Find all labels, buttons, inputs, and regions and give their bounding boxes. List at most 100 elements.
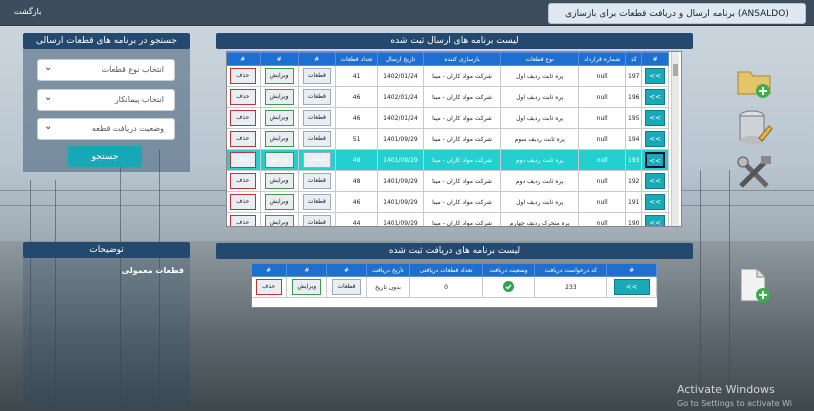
row-received-count: 0 — [409, 276, 483, 298]
edit-button[interactable]: ویرایش — [264, 215, 294, 226]
column-header: کد — [625, 52, 643, 66]
edit-button[interactable]: ویرایش — [264, 131, 294, 147]
column-header: # — [286, 263, 328, 277]
delete-button[interactable]: حذف — [229, 110, 256, 126]
database-edit-icon[interactable] — [735, 108, 773, 146]
column-header: تعداد قطعات — [334, 52, 379, 66]
table-row[interactable]: >> 192 null پره ثابت ردیف دوم شرکت مواد کارا… — [227, 170, 669, 192]
row-contract: null — [578, 65, 627, 87]
row-part-type: پره ثابت ردیف سوم — [500, 128, 580, 150]
row-go-cell: >> — [641, 149, 669, 171]
parts-button[interactable]: قطعات — [302, 194, 331, 210]
row-edit-cell: ویرایش — [259, 107, 299, 129]
row-vendor: شرکت مواد کاران - مینا — [422, 128, 502, 150]
row-delete-cell: حذف — [227, 212, 261, 226]
add-folder-icon[interactable] — [735, 62, 773, 100]
parts-button[interactable]: قطعات — [302, 173, 331, 189]
open-row-button[interactable]: >> — [645, 215, 666, 226]
row-part-type: پره ثابت ردیف اول — [500, 107, 580, 129]
row-status — [481, 276, 536, 298]
row-delete-cell: حذف — [227, 149, 261, 171]
column-header: تعداد قطعات دریافتی — [409, 263, 483, 277]
edit-button[interactable]: ویرایش — [264, 173, 294, 189]
table-row[interactable]: >> 197 null پره ثابت ردیف اول شرکت مواد کارا… — [227, 65, 669, 87]
row-edit-cell: ویرایش — [286, 276, 328, 298]
row-vendor: شرکت مواد کاران - مینا — [422, 86, 502, 108]
table-row[interactable]: >> 194 null پره ثابت ردیف سوم شرکت مواد کارا… — [227, 128, 669, 150]
table-row[interactable]: >> 191 null پره ثابت ردیف اول شرکت مواد کارا… — [227, 191, 669, 213]
row-go-cell: >> — [641, 86, 669, 108]
parts-button[interactable]: قطعات — [302, 68, 331, 84]
row-edit-cell: ویرایش — [259, 86, 299, 108]
table-row[interactable]: >> 195 null پره ثابت ردیف اول شرکت مواد کارا… — [227, 107, 669, 129]
app-title: برنامه ارسال و دریافت قطعات برای بازسازی… — [548, 3, 806, 24]
search-button[interactable]: جستجو — [68, 146, 142, 167]
edit-button[interactable]: ویرایش — [292, 279, 322, 295]
power-tower — [700, 170, 730, 410]
row-code: 194 — [625, 128, 643, 150]
sent-table: # کد شماره قرارداد نوع قطعات بازسازی کننده تا… — [227, 52, 669, 226]
parts-button[interactable]: قطعات — [302, 110, 331, 126]
add-document-icon[interactable] — [735, 266, 773, 304]
sent-table-scrollbar[interactable] — [671, 52, 679, 226]
table-row[interactable]: >> 190 null پره متحرک ردیف چهارم شرکت مواد ک… — [227, 212, 669, 226]
back-link[interactable]: بازگشت — [14, 7, 41, 16]
parts-button[interactable]: قطعات — [302, 89, 331, 105]
delete-button[interactable]: حذف — [229, 215, 256, 226]
delete-button[interactable]: حذف — [229, 152, 256, 168]
open-row-button[interactable]: >> — [613, 279, 650, 295]
open-row-button[interactable]: >> — [645, 110, 666, 126]
row-part-type: پره ثابت ردیف اول — [500, 191, 580, 213]
tools-icon[interactable] — [735, 154, 773, 192]
delete-button[interactable]: حذف — [229, 89, 256, 105]
receive-status-select[interactable]: وضعیت دریافت قطعه — [37, 117, 175, 140]
open-row-button[interactable]: >> — [645, 89, 666, 105]
delete-button[interactable]: حذف — [229, 173, 256, 189]
row-edit-cell: ویرایش — [259, 128, 299, 150]
open-row-button[interactable]: >> — [645, 68, 666, 84]
delete-button[interactable]: حذف — [229, 131, 256, 147]
edit-button[interactable]: ویرایش — [264, 194, 294, 210]
open-row-button[interactable]: >> — [645, 131, 666, 147]
row-parts-cell: قطعات — [297, 149, 336, 171]
row-code: 190 — [625, 212, 643, 226]
table-row[interactable]: >> 196 null پره ثابت ردیف اول شرکت مواد کارا… — [227, 86, 669, 108]
part-type-select[interactable]: انتخاب نوع قطعات — [37, 58, 175, 81]
row-delete-cell: حذف — [227, 170, 261, 192]
delete-button[interactable]: حذف — [229, 68, 256, 84]
parts-button[interactable]: قطعات — [302, 215, 331, 226]
edit-button[interactable]: ویرایش — [264, 110, 294, 126]
row-parts-cell: قطعات — [297, 212, 336, 226]
contractor-select[interactable]: انتخاب پیمانکار — [37, 88, 175, 111]
row-vendor: شرکت مواد کاران - مینا — [422, 170, 502, 192]
table-row[interactable]: >> 193 null پره ثابت ردیف دوم شرکت مواد کارا… — [227, 149, 669, 171]
description-title: توضیحات — [23, 242, 190, 258]
open-row-button[interactable]: >> — [645, 194, 666, 210]
row-vendor: شرکت مواد کاران - مینا — [422, 191, 502, 213]
column-header: # — [227, 52, 261, 66]
table-row[interactable]: >> 233 0 بدون تاریخ قطعات ویرایش حذف — [252, 276, 657, 298]
row-part-type: پره ثابت ردیف دوم — [500, 170, 580, 192]
edit-button[interactable]: ویرایش — [264, 152, 294, 168]
edit-button[interactable]: ویرایش — [264, 89, 294, 105]
open-row-button[interactable]: >> — [645, 152, 666, 168]
row-send-date: 1402/01/24 — [377, 65, 424, 87]
row-delete-cell: حذف — [227, 191, 261, 213]
parts-button[interactable]: قطعات — [332, 279, 361, 295]
column-header: نوع قطعات — [500, 52, 580, 66]
parts-button[interactable]: قطعات — [302, 152, 331, 168]
edit-button[interactable]: ویرایش — [264, 68, 294, 84]
parts-button[interactable]: قطعات — [302, 131, 331, 147]
row-contract: null — [578, 170, 627, 192]
column-header: # — [252, 263, 288, 277]
row-code: 192 — [625, 170, 643, 192]
received-table: # کد درخواست دریافت وضعیت دریافت تعداد قطعا… — [252, 263, 657, 298]
row-send-date: 1402/01/24 — [377, 86, 424, 108]
row-go-cell: >> — [641, 65, 669, 87]
row-receive-date: بدون تاریخ — [365, 276, 411, 298]
row-send-date: 1402/01/24 — [377, 107, 424, 129]
delete-button[interactable]: حذف — [229, 194, 256, 210]
row-part-type: پره ثابت ردیف دوم — [500, 149, 580, 171]
open-row-button[interactable]: >> — [645, 173, 666, 189]
delete-button[interactable]: حذف — [255, 279, 282, 295]
